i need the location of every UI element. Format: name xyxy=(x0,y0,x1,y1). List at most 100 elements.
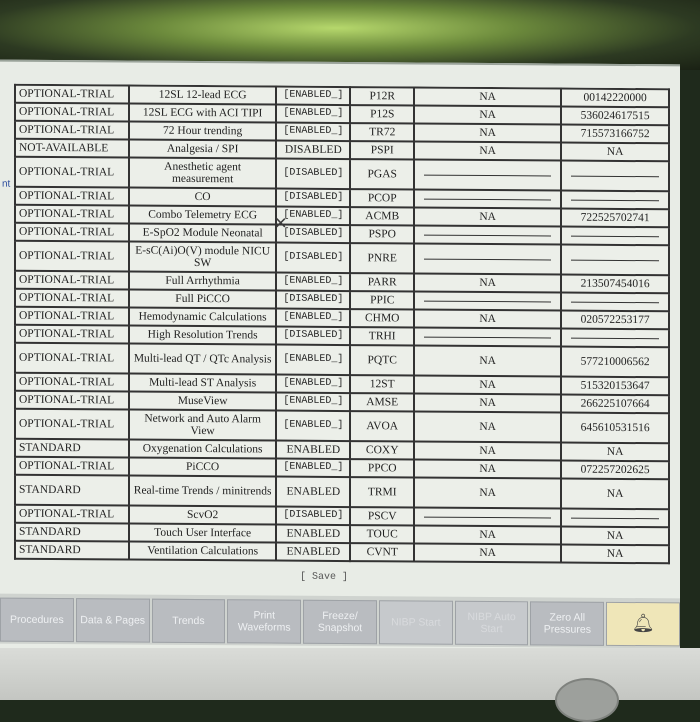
table-row[interactable]: OPTIONAL-TRIAL Anesthetic agent measureme… xyxy=(15,156,669,192)
softkey-procedures[interactable]: Procedures xyxy=(0,597,74,643)
status-cell[interactable]: [ENABLED_] xyxy=(276,206,351,226)
value-cell xyxy=(414,327,562,347)
softkey-nibp-start[interactable]: NIBP Start xyxy=(378,600,453,645)
feature-name-cell: Analgesia / SPI xyxy=(128,139,277,159)
empty-entry-line xyxy=(424,515,552,519)
status-cell[interactable]: [DISABLED] xyxy=(276,224,351,244)
softkey-bar: Procedures Data & Pages Trends Print Wavefo… xyxy=(0,593,681,649)
license-key-cell: 515320153647 xyxy=(561,376,669,396)
empty-entry-line xyxy=(571,516,659,520)
license-type-cell: OPTIONAL-TRIAL xyxy=(15,186,129,206)
save-button[interactable]: [ Save ] xyxy=(300,572,348,583)
license-key-cell: 645610531516 xyxy=(561,412,669,444)
table-row[interactable]: STANDARD Real-time Trends / minitrends ENA… xyxy=(15,474,669,510)
softkey-data-pages[interactable]: Data & Pages xyxy=(75,598,150,643)
status-cell[interactable]: [DISABLED] xyxy=(276,506,351,526)
license-type-cell: OPTIONAL-TRIAL xyxy=(15,222,129,242)
feature-code-cell: PSPI xyxy=(350,141,415,160)
value-cell xyxy=(414,243,562,275)
status-cell[interactable]: ENABLED xyxy=(276,440,351,460)
cursor-x-icon: ✕ xyxy=(274,213,288,233)
license-key-cell: 213507454016 xyxy=(561,274,669,294)
softkey-zero-all-pressures[interactable]: Zero All Pressures xyxy=(530,601,605,646)
license-type-cell: OPTIONAL-TRIAL xyxy=(15,504,129,524)
license-key-cell xyxy=(561,292,669,312)
value-cell: NA xyxy=(414,141,562,161)
license-type-cell: OPTIONAL-TRIAL xyxy=(15,120,129,140)
license-type-cell: OPTIONAL-TRIAL xyxy=(15,204,129,224)
feature-code-cell: PCOP xyxy=(350,189,415,208)
value-cell: NA xyxy=(414,345,562,377)
status-cell[interactable]: [ENABLED_] xyxy=(276,104,351,124)
status-cell[interactable]: [ENABLED_] xyxy=(276,374,351,394)
table-row[interactable]: OPTIONAL-TRIAL Multi-lead QT / QTc Analys… xyxy=(15,342,669,378)
feature-name-cell: 12SL 12-lead ECG xyxy=(128,85,277,105)
empty-entry-line xyxy=(571,198,659,202)
status-cell[interactable]: [DISABLED] xyxy=(276,242,351,274)
status-cell[interactable]: ENABLED xyxy=(276,476,351,508)
table-row[interactable]: OPTIONAL-TRIAL Network and Auto Alarm Vie… xyxy=(15,408,669,444)
license-key-cell xyxy=(561,190,669,210)
status-cell[interactable]: [ENABLED_] xyxy=(276,308,351,328)
license-type-cell: NOT-AVAILABLE xyxy=(15,138,129,158)
feature-code-cell: PQTC xyxy=(350,345,415,376)
feature-code-cell: PSPO xyxy=(350,225,415,244)
table-row[interactable]: OPTIONAL-TRIAL E-sC(Ai)O(V) module NICU S… xyxy=(15,240,669,276)
license-type-cell: STANDARD xyxy=(15,522,129,542)
license-key-cell: NA xyxy=(561,478,669,510)
license-type-cell: OPTIONAL-TRIAL xyxy=(15,372,129,392)
status-cell[interactable]: [DISABLED] xyxy=(276,290,351,310)
status-cell[interactable]: [ENABLED_] xyxy=(276,458,351,478)
license-table: OPTIONAL-TRIAL 12SL 12-lead ECG [ENABLED_]… xyxy=(14,84,670,565)
status-cell[interactable]: [ENABLED_] xyxy=(276,86,351,106)
status-cell[interactable]: [DISABLED] xyxy=(276,158,351,190)
license-key-cell xyxy=(561,244,669,276)
feature-name-cell: Real-time Trends / minitrends xyxy=(128,475,277,507)
status-cell[interactable]: [DISABLED] xyxy=(276,326,351,346)
status-cell[interactable]: [ENABLED_] xyxy=(276,392,351,412)
softkey-nibp-auto-start[interactable]: NIBP Auto Start xyxy=(454,600,529,646)
trim-knob[interactable] xyxy=(555,678,619,722)
status-cell[interactable]: [ENABLED_] xyxy=(276,410,351,442)
empty-entry-line xyxy=(424,173,552,177)
status-cell[interactable]: [ENABLED_] xyxy=(276,272,351,292)
license-table-wrap: OPTIONAL-TRIAL 12SL 12-lead ECG [ENABLED_]… xyxy=(14,84,670,591)
status-cell[interactable]: [ENABLED_] xyxy=(276,344,351,376)
softkey-print-waveforms[interactable]: Print Waveforms xyxy=(227,599,302,644)
feature-name-cell: 12SL ECG with ACI TIPI xyxy=(128,103,277,123)
table-row[interactable]: STANDARD Ventilation Calculations ENABLED C… xyxy=(15,540,669,564)
feature-name-cell: ScvO2 xyxy=(128,505,277,525)
value-cell xyxy=(414,225,562,245)
license-type-cell: OPTIONAL-TRIAL xyxy=(15,270,129,290)
status-cell[interactable]: [ENABLED_] xyxy=(276,122,351,142)
feature-code-cell: TRMI xyxy=(350,477,415,508)
license-key-cell: NA xyxy=(561,544,669,564)
status-cell[interactable]: [DISABLED] xyxy=(276,188,351,208)
softkey-freeze-snapshot[interactable]: Freeze/ Snapshot xyxy=(303,599,377,645)
softkey-trends[interactable]: Trends xyxy=(151,598,226,644)
status-cell[interactable]: DISABLED xyxy=(276,140,351,160)
value-cell: NA xyxy=(414,525,562,545)
empty-entry-line xyxy=(424,299,552,303)
license-key-cell: 577210006562 xyxy=(561,346,669,378)
feature-code-cell: PPIC xyxy=(350,291,415,310)
status-cell[interactable]: ENABLED xyxy=(276,524,351,544)
license-type-cell: STANDARD xyxy=(15,474,129,506)
status-cell[interactable]: ENABLED xyxy=(276,542,351,562)
empty-entry-line xyxy=(571,258,659,262)
feature-name-cell: Full PiCCO xyxy=(128,289,277,309)
feature-name-cell: PiCCO xyxy=(128,457,277,477)
value-cell: NA xyxy=(414,375,562,395)
alarm-silence-button[interactable]: 🔔︎ xyxy=(606,601,681,647)
value-cell: NA xyxy=(414,477,562,509)
value-cell: NA xyxy=(414,393,562,413)
feature-name-cell: Network and Auto Alarm View xyxy=(128,409,277,441)
license-key-cell xyxy=(561,508,669,528)
license-key-cell: NA xyxy=(561,526,669,546)
feature-name-cell: High Resolution Trends xyxy=(128,325,277,345)
feature-code-cell: TRHI xyxy=(350,327,415,346)
feature-code-cell: TR72 xyxy=(350,123,415,142)
value-cell: NA xyxy=(414,273,562,293)
license-type-cell: OPTIONAL-TRIAL xyxy=(15,408,129,440)
feature-code-cell: CVNT xyxy=(350,543,415,562)
